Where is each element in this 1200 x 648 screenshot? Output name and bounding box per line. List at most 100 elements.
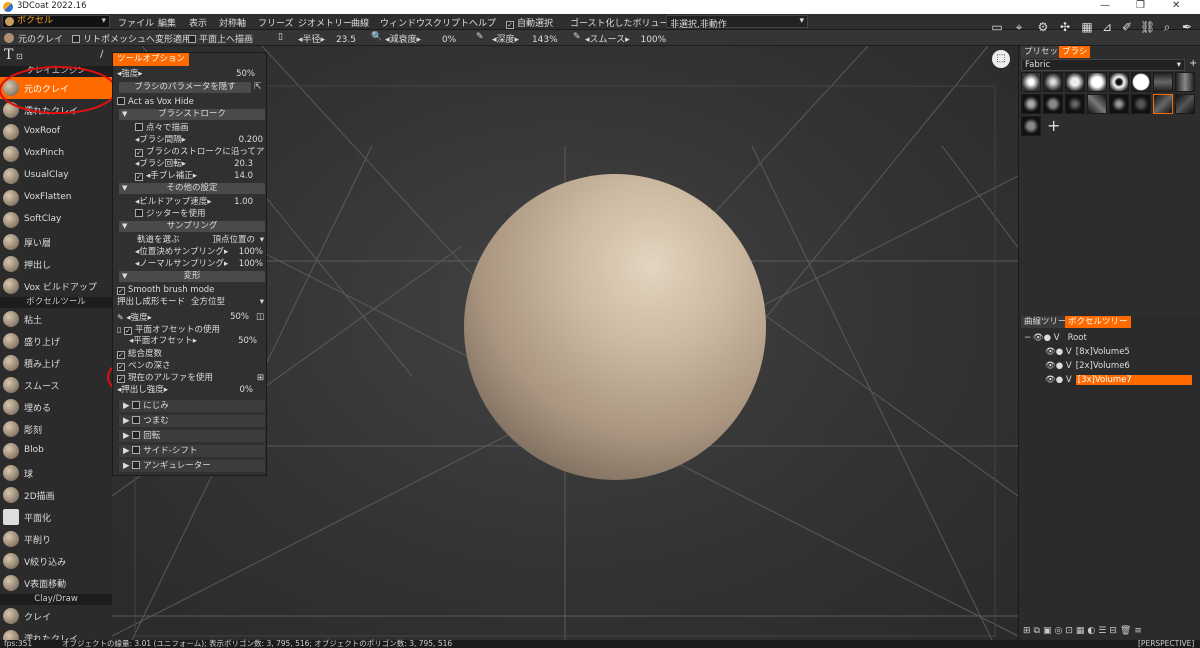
- symmetry-icon[interactable]: ✣: [1058, 20, 1072, 34]
- brush-alpha-item[interactable]: [1087, 94, 1107, 114]
- normal-sampling-slider[interactable]: ◂ノーマルサンプリング▸ 100%: [135, 258, 265, 271]
- brush-icon[interactable]: ✐: [1120, 20, 1134, 34]
- tool-usualclay[interactable]: UsualClay: [0, 165, 112, 187]
- jitter-correct-slider[interactable]: ◂手ブレ補正▸14.0: [135, 170, 265, 183]
- strength-slider[interactable]: ◂強度▸ 50%: [117, 68, 265, 81]
- tool-raise[interactable]: 盛り上げ: [0, 330, 112, 352]
- extrude-mode-select[interactable]: 押出し成形モード 全方位型 ▾: [117, 296, 265, 309]
- tree-row-volume7[interactable]: 👁● V [3x]Volume7: [1045, 374, 1200, 387]
- menu-view[interactable]: 表示: [189, 16, 207, 29]
- act-as-vox-hide-checkbox[interactable]: Act as Vox Hide: [117, 96, 265, 109]
- extrude-strength-slider[interactable]: ◂押出し強度▸ 0%: [117, 384, 265, 397]
- menu-curves[interactable]: 曲線: [351, 16, 369, 29]
- menu-icon[interactable]: ☰: [1098, 626, 1109, 636]
- tree-row-root[interactable]: ─ 👁● V Root: [1025, 332, 1087, 345]
- tool-flatten[interactable]: 平面化: [0, 506, 112, 528]
- tool-clay[interactable]: 粘土: [0, 308, 112, 330]
- group-pinch[interactable]: ▶ つまむ: [119, 415, 265, 427]
- brush-alpha-item-selected[interactable]: [1153, 94, 1173, 114]
- tool-plane-cut[interactable]: 平削り: [0, 528, 112, 550]
- tool-original-clay[interactable]: 元のクレイ: [0, 77, 112, 99]
- plane-offset-slider[interactable]: ◂平面オフセット▸ 50%: [129, 335, 265, 348]
- group-smudge[interactable]: ▶ にじみ: [119, 400, 265, 412]
- brush-alpha-item[interactable]: [1021, 94, 1041, 114]
- tab-voxel-tree[interactable]: ボクセルツリー: [1065, 316, 1131, 328]
- tool-voxpinch[interactable]: VoxPinch: [0, 143, 112, 165]
- search-icon[interactable]: ⌕: [1160, 20, 1174, 34]
- frame-icon[interactable]: ⊡: [16, 52, 23, 61]
- eye-icon[interactable]: 👁: [1045, 375, 1056, 385]
- hide-brush-params-button[interactable]: ブラシのパラメータを隠す: [119, 82, 251, 93]
- tool-thick-layer[interactable]: 厚い層: [0, 231, 112, 253]
- tool-softclay[interactable]: SoftClay: [0, 209, 112, 231]
- eye-icon[interactable]: 👁: [1045, 347, 1056, 357]
- tool-v-pinch[interactable]: V絞り込み: [0, 550, 112, 572]
- tool-v-surface-move[interactable]: V表面移動: [0, 572, 112, 594]
- menu-freeze[interactable]: フリーズ: [258, 16, 294, 29]
- brush-alpha-item[interactable]: [1065, 72, 1085, 92]
- plane-draw-checkbox[interactable]: 平面上へ描画: [188, 32, 253, 45]
- group-rotate[interactable]: ▶ 回転: [119, 430, 265, 442]
- gear-icon[interactable]: ⚙: [1036, 20, 1050, 34]
- section-clay-engine[interactable]: クレイエンジン: [0, 66, 112, 77]
- tree-row-volume6[interactable]: 👁● V [2x]Volume6: [1045, 360, 1130, 373]
- tool-wet-clay[interactable]: 濡れたクレイ: [0, 99, 112, 121]
- boolean-icon[interactable]: ◐: [1087, 626, 1098, 636]
- falloff-slider[interactable]: ◂減衰度▸ 0%: [385, 32, 456, 45]
- tree-row-volume5[interactable]: 👁● V [8x]Volume5: [1045, 346, 1130, 359]
- ghost-dot-icon[interactable]: ●: [1044, 333, 1054, 343]
- section-clay-draw[interactable]: Clay/Draw: [0, 594, 112, 605]
- brush-alpha-item[interactable]: [1021, 72, 1041, 92]
- close-button[interactable]: ✕: [1172, 0, 1180, 11]
- add-volume-icon[interactable]: ⊞: [1023, 626, 1034, 636]
- brush-alpha-item[interactable]: [1021, 116, 1041, 136]
- section-voxel-tools[interactable]: ボクセルツール: [0, 297, 112, 308]
- list-icon[interactable]: ≡: [1134, 626, 1145, 636]
- retopo-deform-checkbox[interactable]: リトポメッシュへ変形適用: [72, 32, 191, 45]
- tool-blob[interactable]: Blob: [0, 440, 112, 462]
- menu-file[interactable]: ファイル: [118, 16, 154, 29]
- filter-icon[interactable]: ⊿: [1100, 20, 1114, 34]
- grid-icon[interactable]: ▦: [1076, 626, 1088, 636]
- tab-brush[interactable]: ブラシ: [1059, 46, 1091, 58]
- export-icon[interactable]: ⇱: [254, 82, 262, 92]
- layer-icon[interactable]: ▣: [1043, 626, 1055, 636]
- smooth-slider[interactable]: ◂スムース▸ 100%: [585, 32, 666, 45]
- group-sampling[interactable]: ▼ サンプリング: [119, 221, 265, 232]
- fold-icon[interactable]: ⊟: [1109, 626, 1120, 636]
- add-brush-icon[interactable]: +: [1047, 116, 1060, 135]
- tool-carve[interactable]: 彫刻: [0, 418, 112, 440]
- group-angulator[interactable]: ▶ アンギュレーター: [119, 460, 265, 472]
- sculpt-sphere[interactable]: [464, 174, 766, 480]
- ghost-dot-icon[interactable]: ●: [1056, 347, 1066, 357]
- menu-edit[interactable]: 編集: [158, 16, 176, 29]
- minimize-button[interactable]: —: [1100, 0, 1110, 11]
- tool-vox-buildup[interactable]: Vox ビルドアップ: [0, 275, 112, 297]
- tool-sphere[interactable]: 球: [0, 462, 112, 484]
- pen-icon[interactable]: /: [100, 49, 103, 60]
- tool-smooth[interactable]: スムース: [0, 374, 112, 396]
- brush-alpha-item[interactable]: [1043, 94, 1063, 114]
- view-cube-icon[interactable]: ⬚: [992, 50, 1010, 68]
- tool-2d-paint[interactable]: 2D描画: [0, 484, 112, 506]
- tool-options-tab[interactable]: ツールオプション: [113, 53, 190, 66]
- tool-voxflatten[interactable]: VoxFlatten: [0, 187, 112, 209]
- group-transform[interactable]: ▼ 変形: [119, 271, 265, 282]
- tool-voxroof[interactable]: VoxRoof: [0, 121, 112, 143]
- use-jitter-checkbox[interactable]: ジッターを使用: [135, 208, 265, 221]
- frame-icon[interactable]: ▭: [990, 20, 1004, 34]
- brush-alpha-item[interactable]: [1153, 72, 1173, 92]
- tool-pile-up[interactable]: 積み上げ: [0, 352, 112, 374]
- trash-icon[interactable]: 🗑: [1120, 626, 1134, 636]
- brush-alpha-item[interactable]: [1175, 72, 1195, 92]
- radius-slider[interactable]: ◂半径▸ 23.5: [298, 32, 356, 45]
- scale-icon[interactable]: ⊡: [1065, 626, 1076, 636]
- auto-select-checkbox[interactable]: 自動選択: [506, 16, 553, 29]
- tab-curve-tree[interactable]: 曲線ツリー: [1021, 316, 1070, 328]
- menu-geometry[interactable]: ジオメトリー: [298, 16, 352, 29]
- add-category-icon[interactable]: +: [1189, 58, 1197, 69]
- brush-alpha-item[interactable]: [1131, 94, 1151, 114]
- maximize-button[interactable]: ❐: [1136, 0, 1145, 11]
- menu-scripts[interactable]: スクリプト: [424, 16, 469, 29]
- brush-alpha-item[interactable]: [1065, 94, 1085, 114]
